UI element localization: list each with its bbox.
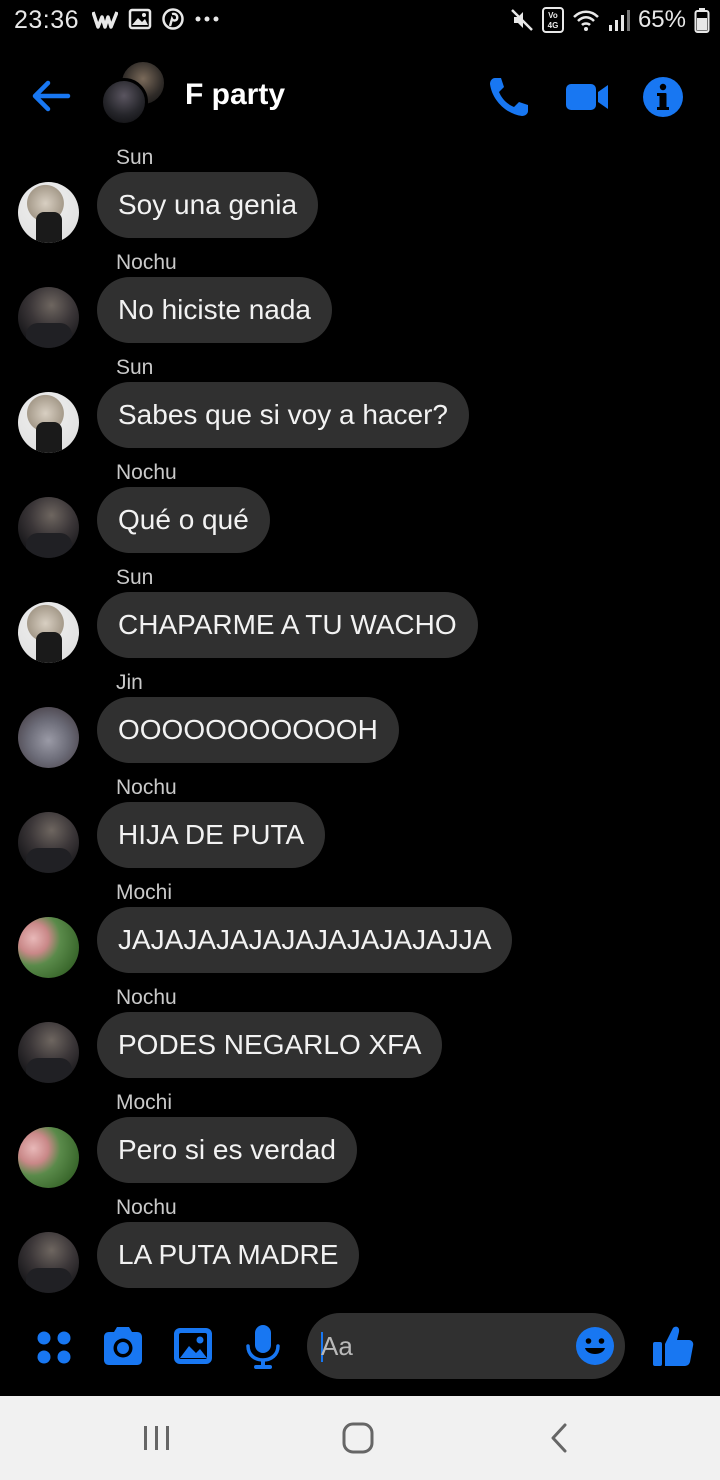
message-input-box[interactable] xyxy=(307,1313,625,1379)
status-notification-icons xyxy=(92,8,220,30)
more-dots-icon xyxy=(195,16,219,22)
sender-avatar[interactable] xyxy=(18,812,79,873)
message-row: Nochu Qué o qué xyxy=(0,457,720,562)
message-row: Sun Sabes que si voy a hacer? xyxy=(0,352,720,457)
back-arrow-icon[interactable] xyxy=(28,74,72,118)
svg-text:4G: 4G xyxy=(548,21,559,30)
message-row: Sun CHAPARME A TU WACHO xyxy=(0,562,720,667)
message-bubble[interactable]: LA PUTA MADRE xyxy=(97,1222,360,1288)
sender-avatar[interactable] xyxy=(18,707,79,768)
message-bubble[interactable]: HIJA DE PUTA xyxy=(97,802,326,868)
message-bubble[interactable]: PODES NEGARLO XFA xyxy=(97,1012,443,1078)
message-bubble[interactable]: OOOOOOOOOOOH xyxy=(97,697,399,763)
mute-icon xyxy=(511,9,533,31)
message-row: Nochu PODES NEGARLO XFA xyxy=(0,982,720,1087)
volte-4g-icon: Vo4G xyxy=(541,7,564,33)
sender-avatar[interactable] xyxy=(18,182,79,243)
sender-name: Jin xyxy=(116,671,143,694)
group-avatar[interactable] xyxy=(100,60,170,130)
message-row: Nochu No hiciste nada xyxy=(0,247,720,352)
signal-icon xyxy=(608,10,630,31)
message-row: Nochu LA PUTA MADRE xyxy=(0,1192,720,1297)
wattpad-icon xyxy=(92,11,118,29)
sender-name: Sun xyxy=(116,146,154,169)
sender-avatar[interactable] xyxy=(18,1022,79,1083)
sender-name: Nochu xyxy=(116,1196,177,1219)
video-icon[interactable] xyxy=(564,74,610,120)
gallery-icon[interactable] xyxy=(171,1322,215,1370)
info-icon[interactable] xyxy=(640,74,686,120)
message-bubble[interactable]: CHAPARME A TU WACHO xyxy=(97,592,478,658)
chat-title[interactable]: F party xyxy=(185,78,285,112)
sender-avatar[interactable] xyxy=(18,917,79,978)
back-icon[interactable] xyxy=(540,1420,580,1456)
status-system-icons: Vo 4G 65% xyxy=(510,6,710,34)
wifi-icon xyxy=(573,10,599,31)
message-bubble[interactable]: JAJAJAJAJAJAJAJAJAJAJJA xyxy=(97,907,513,973)
message-bubble[interactable]: No hiciste nada xyxy=(97,277,333,343)
message-row: Nochu HIJA DE PUTA xyxy=(0,772,720,877)
sender-name: Nochu xyxy=(116,986,177,1009)
sender-avatar[interactable] xyxy=(18,1232,79,1293)
emoji-icon[interactable] xyxy=(575,1326,615,1366)
group-avatar-member xyxy=(100,78,148,126)
message-bubble[interactable]: Sabes que si voy a hacer? xyxy=(97,382,469,448)
message-row: Mochi Pero si es verdad xyxy=(0,1087,720,1192)
message-row: Sun Soy una genia xyxy=(0,142,720,247)
message-composer xyxy=(0,1300,720,1396)
sender-avatar[interactable] xyxy=(18,287,79,348)
home-icon[interactable] xyxy=(338,1420,378,1456)
status-time: 23:36 xyxy=(14,6,80,34)
message-bubble[interactable]: Qué o qué xyxy=(97,487,270,553)
pinterest-icon xyxy=(162,8,184,30)
sender-avatar[interactable] xyxy=(18,497,79,558)
apps-grid-icon[interactable] xyxy=(32,1322,76,1370)
system-nav-bar xyxy=(0,1396,720,1480)
sender-avatar[interactable] xyxy=(18,392,79,453)
chat-header: F party xyxy=(0,52,720,142)
message-bubble[interactable]: Soy una genia xyxy=(97,172,319,238)
sender-avatar[interactable] xyxy=(18,1127,79,1188)
sender-name: Mochi xyxy=(116,1091,173,1114)
sender-name: Sun xyxy=(116,356,154,379)
sender-name: Nochu xyxy=(116,461,177,484)
message-input[interactable] xyxy=(321,1313,561,1379)
sender-name: Mochi xyxy=(116,881,173,904)
sender-name: Nochu xyxy=(116,251,177,274)
gallery-icon xyxy=(128,8,152,30)
sender-name: Sun xyxy=(116,566,154,589)
camera-icon[interactable] xyxy=(101,1322,145,1370)
battery-percent: 65% xyxy=(637,6,686,33)
sender-name: Nochu xyxy=(116,776,177,799)
message-row: Mochi JAJAJAJAJAJAJAJAJAJAJJA xyxy=(0,877,720,982)
thumbs-up-icon[interactable] xyxy=(650,1322,696,1370)
battery-icon xyxy=(694,8,710,33)
recent-apps-icon[interactable] xyxy=(137,1420,177,1456)
svg-text:Vo: Vo xyxy=(548,11,558,20)
message-bubble[interactable]: Pero si es verdad xyxy=(97,1117,357,1183)
phone-icon[interactable] xyxy=(486,74,532,120)
message-row: Jin OOOOOOOOOOOH xyxy=(0,667,720,772)
status-bar: 23:36 Vo 4G 65% xyxy=(0,0,720,44)
sender-avatar[interactable] xyxy=(18,602,79,663)
microphone-icon[interactable] xyxy=(241,1322,285,1370)
